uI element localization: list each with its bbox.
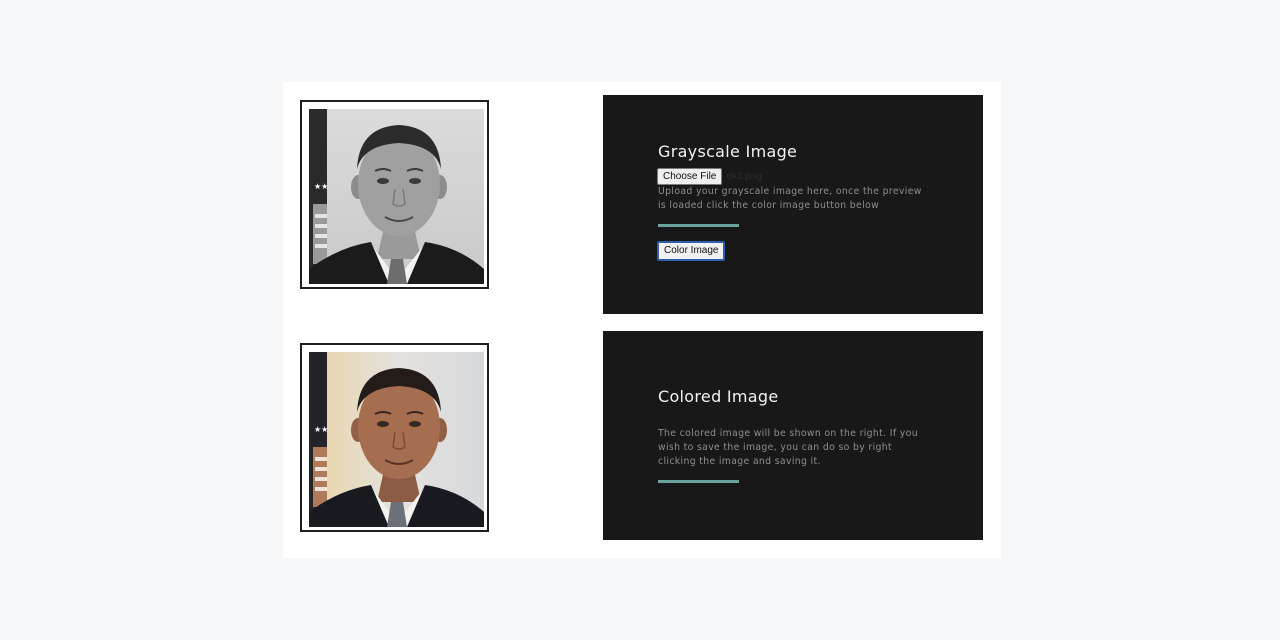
colored-accent-divider xyxy=(658,480,739,483)
page-container: ★★ ★★ Grayscale Image Choose File ok1.pn… xyxy=(283,82,1001,558)
grayscale-description: Upload your grayscale image here, once t… xyxy=(658,186,922,211)
grayscale-image-frame: ★★ xyxy=(300,100,489,289)
choose-file-button[interactable]: Choose File xyxy=(657,167,723,185)
grayscale-title: Grayscale Image xyxy=(658,142,798,161)
svg-text:★★: ★★ xyxy=(314,425,328,434)
colored-title: Colored Image xyxy=(658,387,779,406)
grayscale-image-preview: ★★ xyxy=(309,109,484,284)
file-input[interactable]: Choose File ok1.png xyxy=(657,167,762,185)
colored-image-frame: ★★ xyxy=(300,343,489,532)
colored-image-preview: ★★ xyxy=(309,352,484,527)
colored-description: The colored image will be shown on the r… xyxy=(658,428,918,467)
colored-panel: Colored Image The colored image will be … xyxy=(603,331,983,540)
grayscale-panel: Grayscale Image Choose File ok1.png Uplo… xyxy=(603,95,983,314)
svg-text:★★: ★★ xyxy=(314,182,328,191)
selected-file-name: ok1.png xyxy=(726,170,762,182)
grayscale-accent-divider xyxy=(658,224,739,227)
color-image-button[interactable]: Color Image xyxy=(657,241,726,261)
